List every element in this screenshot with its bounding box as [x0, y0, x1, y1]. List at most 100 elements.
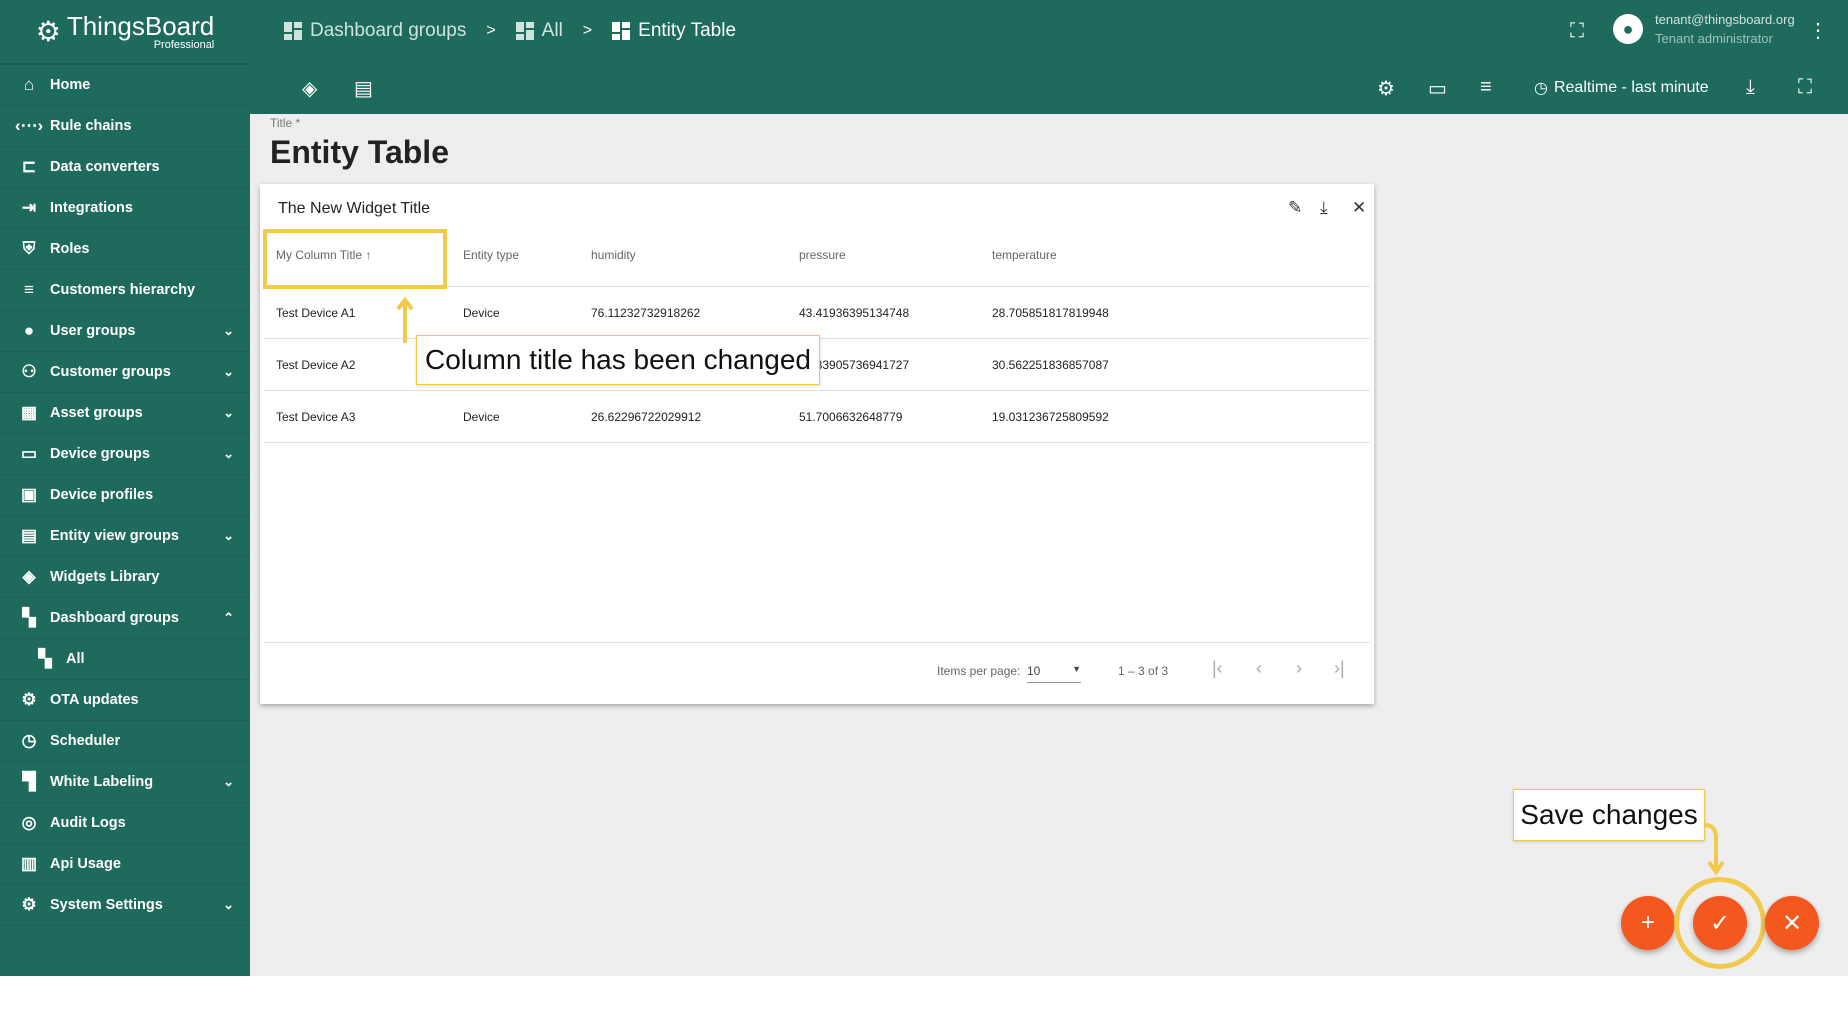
items-per-page-select[interactable]: 10 ▼	[1027, 664, 1081, 683]
sidebar-item-device-groups[interactable]: ▭ Device groups ⌄	[0, 434, 250, 475]
rule-chain-icon: ‹⋯›	[14, 116, 44, 135]
more-vert-icon[interactable]: ⋮	[1808, 18, 1828, 43]
breadcrumb-separator: >	[582, 22, 593, 39]
sidebar-item-label: Asset groups	[50, 405, 143, 421]
domain-icon: ▦	[20, 403, 38, 422]
sidebar-item-device-profiles[interactable]: ▣ Device profiles	[0, 475, 250, 516]
close-icon: ✕	[1781, 909, 1803, 937]
logo-name: ThingsBoard	[66, 10, 215, 41]
table-cell: 76.11232732918262	[591, 306, 701, 320]
table-cell: 30.562251836857087	[992, 358, 1109, 372]
next-page-icon[interactable]: ›	[1296, 658, 1302, 679]
fullscreen-icon[interactable]: ⛶	[1570, 20, 1584, 43]
widget-title: The New Widget Title	[278, 200, 431, 217]
filter-icon[interactable]: ≡	[1480, 76, 1492, 99]
breadcrumb-all[interactable]: All	[515, 20, 563, 42]
sidebar-item-data-converters[interactable]: ⊏ Data converters	[0, 147, 250, 188]
sidebar-item-user-groups[interactable]: ● User groups ⌄	[0, 311, 250, 352]
sidebar-item-entity-view-groups[interactable]: ▤ Entity view groups ⌄	[0, 516, 250, 557]
sidebar-item-roles[interactable]: ⛨ Roles	[0, 229, 250, 270]
table-cell: 43.41936395134748	[799, 306, 910, 320]
sidebar-item-label: Rule chains	[50, 118, 132, 134]
column-title-callout: Column title has been changed	[416, 335, 820, 385]
sidebar-item-label: Audit Logs	[50, 815, 126, 831]
track-changes-icon: ◎	[21, 813, 37, 832]
sidebar-item-all[interactable]: ▚ All	[0, 639, 250, 680]
devices-icon[interactable]: ▭	[1428, 76, 1447, 101]
shield-icon: ⛨	[22, 239, 36, 258]
column-header[interactable]: Entity type	[463, 248, 519, 262]
insert-chart-icon: ▥	[20, 854, 38, 873]
user-role: Tenant administrator	[1655, 31, 1773, 46]
sidebar-item-customer-groups[interactable]: ⚇ Customer groups ⌄	[0, 352, 250, 393]
column-header[interactable]: pressure	[799, 248, 846, 262]
first-page-icon[interactable]: |‹	[1212, 658, 1223, 679]
sidebar-item-label: Device profiles	[50, 487, 154, 503]
sidebar-item-home[interactable]: ⌂ Home	[0, 65, 250, 106]
breadcrumb-label: All	[541, 20, 563, 41]
sidebar-item-dashboard-groups[interactable]: ▚ Dashboard groups ⌃	[0, 598, 250, 639]
sort-icon: ≡	[24, 280, 34, 299]
previous-page-icon[interactable]: ‹	[1256, 658, 1262, 679]
sidebar-item-integrations[interactable]: ⇥ Integrations	[0, 188, 250, 229]
cancel-button[interactable]: ✕	[1765, 896, 1819, 950]
user-menu[interactable]: ● tenant@thingsboard.org Tenant administ…	[1613, 12, 1795, 46]
sidebar-item-white-labeling[interactable]: ▜ White Labeling ⌄	[0, 762, 250, 803]
dashboard-title-input[interactable]: Entity Table	[270, 134, 449, 171]
table-cell: Test Device A3	[276, 410, 356, 424]
sidebar-item-system-settings[interactable]: ⚙ System Settings ⌄	[0, 885, 250, 926]
sidebar-item-ota-updates[interactable]: ⚙ OTA updates	[0, 680, 250, 721]
last-page-icon[interactable]: ›|	[1334, 658, 1345, 679]
logo[interactable]: ⚙ ThingsBoard Professional	[0, 0, 250, 65]
layers-icon[interactable]: ◈	[302, 76, 317, 101]
account-circle-icon: ●	[23, 321, 35, 340]
header: Dashboard groups > All > Entity Table ⛶ …	[250, 0, 1848, 114]
save-changes-callout: Save changes	[1513, 789, 1705, 841]
callout-arrow-up	[396, 296, 414, 343]
column-header-label: pressure	[799, 248, 846, 262]
breadcrumb: Dashboard groups > All > Entity Table	[284, 20, 736, 42]
breadcrumb-dashboard-groups[interactable]: Dashboard groups	[284, 20, 466, 42]
user-email: tenant@thingsboard.org	[1655, 12, 1795, 27]
download-icon[interactable]: ⤓	[1746, 76, 1755, 99]
column-header-label: Entity type	[463, 248, 520, 262]
sidebar-item-label: Entity view groups	[50, 528, 179, 544]
crop-icon: ⊏	[21, 157, 37, 176]
dashboard-icon: ▚	[22, 608, 36, 627]
sidebar-item-label: Device groups	[50, 446, 150, 462]
breadcrumb-label: Dashboard groups	[310, 20, 467, 41]
column-header[interactable]: humidity	[591, 248, 636, 262]
sidebar-item-label: OTA updates	[50, 692, 139, 708]
close-icon[interactable]: ✕	[1352, 198, 1366, 218]
sidebar-item-scheduler[interactable]: ◷ Scheduler	[0, 721, 250, 762]
sidebar-item-label: Widgets Library	[50, 569, 160, 585]
sidebar-item-asset-groups[interactable]: ▦ Asset groups ⌄	[0, 393, 250, 434]
add-widget-button[interactable]: +	[1621, 896, 1675, 950]
sidebar-item-label: Dashboard groups	[50, 610, 179, 626]
input-icon: ⇥	[21, 198, 37, 217]
save-button[interactable]: ✓	[1693, 896, 1747, 950]
edit-icon[interactable]: ✎	[1288, 198, 1302, 218]
download-icon[interactable]: ⤓	[1320, 198, 1328, 218]
supervisor-icon: ⚇	[21, 362, 37, 381]
timewindow-button[interactable]: ◷ Realtime - last minute	[1534, 78, 1709, 98]
sidebar-item-customers-hierarchy[interactable]: ≡ Customers hierarchy	[0, 270, 250, 311]
sidebar-item-label: Roles	[50, 241, 90, 257]
settings-icon[interactable]: ⚙	[1377, 76, 1395, 101]
sidebar-item-api-usage[interactable]: ▥ Api Usage	[0, 844, 250, 885]
chevron-icon: ⌄	[223, 405, 234, 420]
table-cell: Test Device A2	[276, 358, 356, 372]
timewindow-label: Realtime - last minute	[1553, 79, 1709, 96]
sidebar-item-rule-chains[interactable]: ‹⋯› Rule chains	[0, 106, 250, 147]
fullscreen-icon[interactable]: ⛶	[1798, 76, 1812, 99]
breadcrumb-separator: >	[486, 22, 496, 39]
sidebar-item-label: User groups	[50, 323, 136, 339]
dashboard-icon	[515, 22, 534, 40]
sidebar-item-widgets-library[interactable]: ◈ Widgets Library	[0, 557, 250, 598]
sidebar-item-audit-logs[interactable]: ◎ Audit Logs	[0, 803, 250, 844]
column-header[interactable]: temperature	[992, 248, 1057, 262]
settings-icon: ⚙	[21, 895, 37, 914]
layout-icon[interactable]: ▤	[354, 76, 373, 101]
sidebar: ⚙ ThingsBoard Professional ⌂ Home ‹⋯› Rule …	[0, 0, 250, 976]
chevron-icon: ⌃	[223, 610, 234, 625]
